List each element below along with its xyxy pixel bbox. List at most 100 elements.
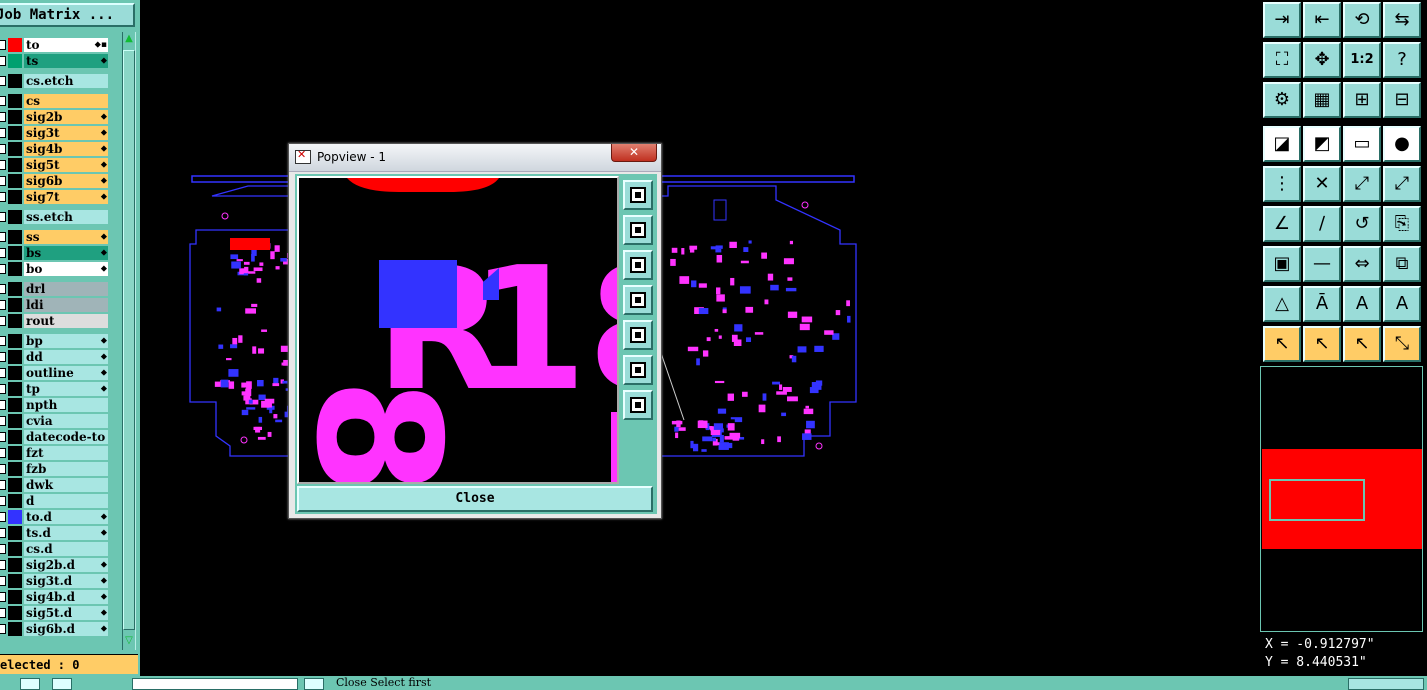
layer-name[interactable]: cs [24, 94, 108, 108]
layer-row[interactable]: cvia [0, 414, 110, 428]
layer-row[interactable]: fzb [0, 462, 110, 476]
layer-checkbox[interactable] [0, 144, 6, 154]
layer-color-swatch[interactable] [8, 446, 22, 460]
layer-checkbox[interactable] [0, 112, 6, 122]
layer-row[interactable]: drl [0, 282, 110, 296]
tool-button-r5-c3[interactable]: ⎘ [1383, 206, 1421, 242]
layer-name[interactable]: fzt [24, 446, 108, 460]
layer-row[interactable]: bs ⬥ [0, 246, 110, 260]
layer-row[interactable]: bo ⬥ [0, 262, 110, 276]
layer-color-swatch[interactable] [8, 398, 22, 412]
scroll-down-icon[interactable]: ▽ [123, 634, 135, 648]
layer-row[interactable]: dwk [0, 478, 110, 492]
popview-pan-left-button[interactable] [623, 285, 653, 315]
layer-name[interactable]: fzb [24, 462, 108, 476]
layer-checkbox[interactable] [0, 248, 6, 258]
layer-row[interactable]: cs.etch [0, 74, 110, 88]
layer-name[interactable]: to.d [24, 510, 108, 524]
tool-button-r8-c3[interactable]: ⤡ [1383, 326, 1421, 362]
layer-checkbox[interactable] [0, 624, 6, 634]
layer-checkbox[interactable] [0, 192, 6, 202]
tool-button-r2-c0[interactable]: ⚙ [1263, 82, 1301, 118]
layer-row[interactable]: sig4b ⬥ [0, 142, 110, 156]
tool-button-r4-c2[interactable]: ⤢ [1343, 166, 1381, 202]
layer-name[interactable]: sig6b.d [24, 622, 108, 636]
layer-checkbox[interactable] [0, 76, 6, 86]
layer-color-swatch[interactable] [8, 430, 22, 444]
layer-row[interactable]: ldi [0, 298, 110, 312]
layer-checkbox[interactable] [0, 300, 6, 310]
tool-button-r4-c3[interactable]: ⤢ [1383, 166, 1421, 202]
layer-checkbox[interactable] [0, 496, 6, 506]
layer-name[interactable]: ss.etch [24, 210, 108, 224]
layer-row[interactable]: sig4b.d ⬥ [0, 590, 110, 604]
layer-name[interactable]: d [24, 494, 108, 508]
status-button-1[interactable] [20, 678, 40, 690]
layer-name[interactable]: sig3t [24, 126, 108, 140]
layer-checkbox[interactable] [0, 384, 6, 394]
tool-button-r8-c0[interactable]: ↖ [1263, 326, 1301, 362]
tool-button-r1-c1[interactable]: ✥ [1303, 42, 1341, 78]
layer-row[interactable]: sig2b ⬥ [0, 110, 110, 124]
layer-color-swatch[interactable] [8, 542, 22, 556]
layer-checkbox[interactable] [0, 448, 6, 458]
layer-checkbox[interactable] [0, 336, 6, 346]
layer-name[interactable]: sig4b.d [24, 590, 108, 604]
layer-row[interactable]: cs [0, 94, 110, 108]
layer-color-swatch[interactable] [8, 494, 22, 508]
layer-color-swatch[interactable] [8, 558, 22, 572]
command-input[interactable] [132, 678, 298, 690]
layer-checkbox[interactable] [0, 592, 6, 602]
layer-name[interactable]: sig4b [24, 142, 108, 156]
layer-name[interactable]: ss [24, 230, 108, 244]
tool-button-r7-c2[interactable]: A [1343, 286, 1381, 322]
layer-row[interactable]: sig5t.d ⬥ [0, 606, 110, 620]
popview-titlebar[interactable]: Popview - 1 ✕ [289, 144, 661, 172]
layer-checkbox[interactable] [0, 464, 6, 474]
layer-checkbox[interactable] [0, 512, 6, 522]
layer-name[interactable]: dwk [24, 478, 108, 492]
tool-button-r2-c3[interactable]: ⊟ [1383, 82, 1421, 118]
layer-checkbox[interactable] [0, 284, 6, 294]
layer-checkbox[interactable] [0, 352, 6, 362]
tool-button-r5-c2[interactable]: ↺ [1343, 206, 1381, 242]
layer-checkbox[interactable] [0, 432, 6, 442]
layer-name[interactable]: ldi [24, 298, 108, 312]
layer-name[interactable]: ts [24, 54, 108, 68]
layer-name[interactable]: sig5t.d [24, 606, 108, 620]
layer-checkbox[interactable] [0, 232, 6, 242]
popview-viewport[interactable]: R 18 8 [297, 176, 619, 484]
layer-row[interactable]: fzt [0, 446, 110, 460]
layer-row[interactable]: tp ⬥ [0, 382, 110, 396]
layer-color-swatch[interactable] [8, 314, 22, 328]
layer-color-swatch[interactable] [8, 366, 22, 380]
tool-button-r1-c2[interactable]: 1:2 [1343, 42, 1381, 78]
layer-color-swatch[interactable] [8, 414, 22, 428]
layer-color-swatch[interactable] [8, 574, 22, 588]
layer-color-swatch[interactable] [8, 110, 22, 124]
layer-color-swatch[interactable] [8, 210, 22, 224]
overview-minimap[interactable] [1260, 366, 1423, 632]
popview-pan-down-button[interactable] [623, 250, 653, 280]
layer-row[interactable]: d [0, 494, 110, 508]
tool-button-r6-c1[interactable]: — [1303, 246, 1341, 282]
job-matrix-button[interactable]: Job Matrix ... [0, 3, 135, 27]
layer-checkbox[interactable] [0, 480, 6, 490]
layer-row[interactable]: datecode-to [0, 430, 110, 444]
layer-checkbox[interactable] [0, 176, 6, 186]
layer-color-swatch[interactable] [8, 478, 22, 492]
tool-button-r4-c1[interactable]: ✕ [1303, 166, 1341, 202]
layer-checkbox[interactable] [0, 560, 6, 570]
popview-fit-button[interactable] [623, 390, 653, 420]
layer-name[interactable]: dd [24, 350, 108, 364]
layer-row[interactable]: outline ⬥ [0, 366, 110, 380]
status-button-3[interactable] [304, 678, 324, 690]
layer-color-swatch[interactable] [8, 246, 22, 260]
layer-row[interactable]: ss.etch [0, 210, 110, 224]
layer-row[interactable]: sig6b.d ⬥ [0, 622, 110, 636]
layer-row[interactable]: to ⬥▪ [0, 38, 110, 52]
layer-list-scrollbar[interactable]: ▲ ▽ [122, 32, 136, 650]
layer-name[interactable]: sig2b [24, 110, 108, 124]
layer-color-swatch[interactable] [8, 230, 22, 244]
tool-button-r3-c3[interactable]: ● [1383, 126, 1421, 162]
